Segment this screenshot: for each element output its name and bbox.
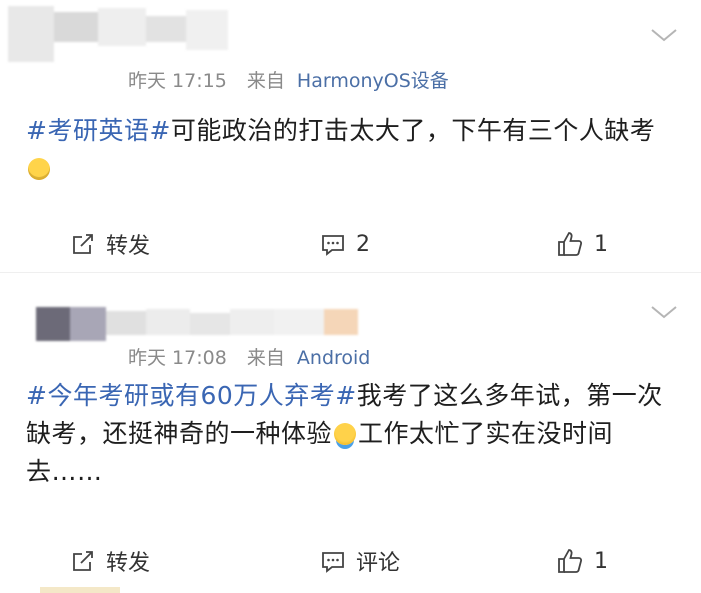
comment-button[interactable]: 评论 (320, 541, 400, 581)
repost-button[interactable]: 转发 (70, 224, 150, 264)
post-meta: 昨天 17:15 来自 HarmonyOS设备 (128, 66, 449, 93)
blurred-avatar-and-username (8, 6, 228, 62)
post-time: 昨天 17:15 (128, 70, 227, 92)
comment-label: 评论 (356, 551, 401, 576)
like-count: 1 (594, 231, 608, 257)
repost-icon (73, 234, 93, 254)
chevron-down-icon[interactable] (649, 26, 679, 44)
source-device[interactable]: HarmonyOS设备 (297, 70, 449, 92)
post-meta: 昨天 17:08 来自 Android (128, 343, 370, 370)
like-count: 1 (594, 548, 608, 574)
next-post-peek (0, 587, 701, 593)
post-content: #考研英语#可能政治的打击太大了，下午有三个人缺考 (26, 112, 671, 188)
action-bar: 转发 2 1 (0, 224, 701, 264)
post-content: #今年考研或有60万人弃考#我考了这么多年试，第一次缺考，还挺神奇的一种体验 工作… (26, 377, 671, 491)
shrug-emoji-icon (334, 423, 357, 445)
repost-icon (73, 551, 93, 571)
post-text: 可能政治的打击太大了，下午有三个人缺考 (170, 116, 656, 145)
like-button[interactable]: 1 (556, 541, 608, 581)
repost-button[interactable]: 转发 (70, 541, 150, 581)
topic-hashtag[interactable]: #今年考研或有60万人弃考# (26, 381, 357, 410)
action-bar: 转发 评论 1 (0, 541, 701, 581)
source-device[interactable]: Android (297, 347, 370, 369)
comment-icon (322, 235, 344, 256)
source-prefix: 来自 (246, 70, 285, 92)
thumbs-up-icon (558, 232, 583, 256)
post-time: 昨天 17:08 (128, 347, 227, 369)
repost-label: 转发 (106, 551, 151, 576)
comment-count: 2 (356, 231, 370, 257)
blurred-avatar-and-username (36, 307, 358, 341)
weibo-post: 昨天 17:15 来自 HarmonyOS设备 #考研英语#可能政治的打击太大了… (0, 0, 701, 272)
weibo-post: 昨天 17:08 来自 Android #今年考研或有60万人弃考#我考了这么多… (0, 272, 701, 593)
laughing-crying-emoji-icon (28, 158, 50, 180)
comment-button[interactable]: 2 (320, 224, 370, 264)
repost-label: 转发 (106, 234, 151, 259)
like-button[interactable]: 1 (556, 224, 608, 264)
topic-hashtag[interactable]: #考研英语# (26, 116, 171, 145)
comment-icon (322, 552, 344, 573)
chevron-down-icon[interactable] (649, 303, 679, 321)
source-prefix: 来自 (246, 347, 285, 369)
thumbs-up-icon (558, 549, 583, 573)
